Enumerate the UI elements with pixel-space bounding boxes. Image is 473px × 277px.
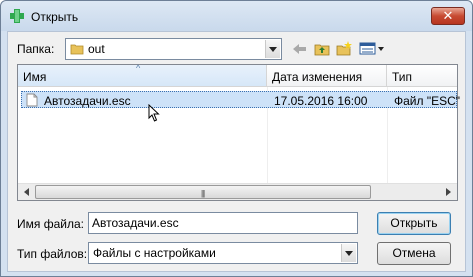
file-name-label: Имя файла:	[17, 217, 84, 231]
scrollbar-thumb[interactable]: |||	[35, 185, 371, 199]
chevron-down-icon[interactable]	[265, 40, 280, 58]
cancel-button[interactable]: Отмена	[377, 242, 451, 265]
location-value: out	[88, 42, 105, 56]
file-list[interactable]: Имя ^ Дата изменения Тип Автозадачи.esc …	[17, 63, 461, 201]
sort-ascending-icon: ^	[136, 63, 141, 73]
scroll-left-icon	[24, 188, 29, 196]
file-name-cell: Автозадачи.esc	[44, 94, 131, 108]
scroll-left-button[interactable]	[18, 184, 35, 200]
new-folder-button[interactable]	[334, 38, 354, 58]
mouse-cursor-icon	[148, 104, 160, 122]
file-name-value: Автозадачи.esc	[92, 216, 179, 230]
column-header-type-label: Тип	[392, 70, 413, 84]
location-label: Папка:	[17, 42, 55, 56]
column-header-modified-label: Дата изменения	[272, 70, 363, 84]
file-icon	[26, 93, 38, 107]
file-type-cell: Файл "ESC"	[394, 94, 461, 108]
back-arrow-icon	[293, 44, 306, 54]
window-title: Открыть	[31, 10, 79, 24]
file-type-label: Тип файлов:	[17, 247, 88, 261]
column-header-modified[interactable]: Дата изменения	[267, 65, 387, 87]
back-button[interactable]	[290, 39, 310, 59]
file-name-input[interactable]: Автозадачи.esc	[88, 212, 358, 234]
column-header-name[interactable]: Имя ^	[18, 63, 267, 87]
view-menu-button[interactable]	[358, 38, 386, 58]
chevron-down-icon[interactable]	[341, 244, 356, 262]
app-icon	[10, 9, 24, 23]
open-button[interactable]: Открыть	[377, 212, 451, 235]
file-modified-cell: 17.05.2016 16:00	[274, 94, 368, 108]
column-header-name-label: Имя	[23, 70, 47, 84]
up-folder-icon	[314, 44, 330, 55]
dialog-body: Папка: out Имя ^ Дата изменения Тип Авто…	[7, 31, 466, 272]
location-combobox[interactable]: out	[65, 38, 282, 60]
column-header-type[interactable]: Тип	[387, 65, 457, 87]
scroll-right-icon	[446, 188, 451, 196]
file-type-value: Файлы с настройками	[93, 246, 216, 260]
file-type-combobox[interactable]: Файлы с настройками	[88, 242, 358, 264]
close-button[interactable]: ✕	[431, 7, 465, 25]
close-icon: ✕	[442, 8, 454, 23]
open-dialog: Открыть ✕ Папка: out Имя ^ Дата изменени…	[0, 0, 473, 277]
title-bar[interactable]: Открыть ✕	[1, 1, 472, 31]
folder-icon	[70, 44, 84, 55]
grip-icon: |||	[201, 189, 205, 198]
horizontal-scrollbar[interactable]: |||	[18, 183, 457, 200]
file-row[interactable]: Автозадачи.esc 17.05.2016 16:00 Файл "ES…	[21, 91, 461, 108]
up-folder-button[interactable]	[312, 38, 332, 58]
new-folder-icon	[336, 40, 352, 55]
view-menu-icon	[359, 42, 384, 54]
scroll-right-button[interactable]	[440, 184, 457, 200]
